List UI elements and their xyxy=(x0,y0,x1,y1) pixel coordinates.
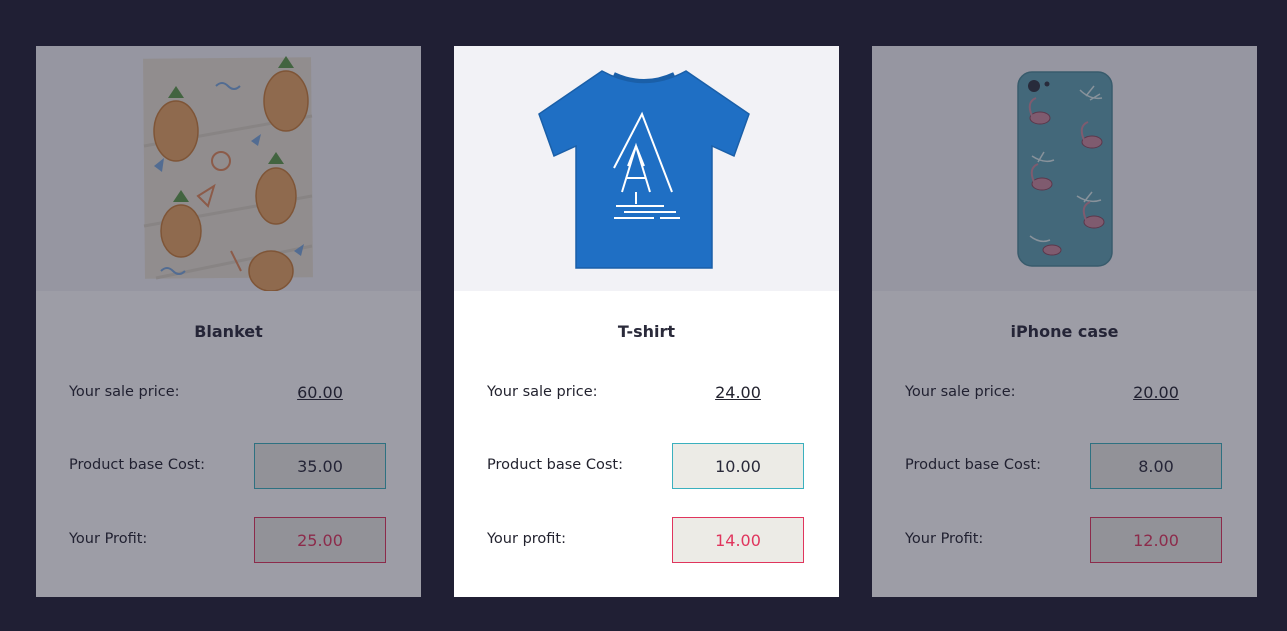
product-image-iphone-case xyxy=(872,46,1257,291)
sale-price-value[interactable]: 60.00 xyxy=(254,383,386,402)
profit-label: Your profit: xyxy=(487,531,566,547)
base-cost-field: 10.00 xyxy=(672,443,804,489)
product-image-tshirt xyxy=(454,46,839,291)
base-cost-label: Product base Cost: xyxy=(69,457,205,473)
base-cost-field: 8.00 xyxy=(1090,443,1222,489)
product-title: T-shirt xyxy=(617,322,676,341)
profit-field: 25.00 xyxy=(254,517,386,563)
base-cost-label: Product base Cost: xyxy=(487,457,623,473)
product-title: Blanket xyxy=(194,322,263,341)
sale-price-label: Your sale price: xyxy=(905,384,1016,400)
sale-price-value[interactable]: 24.00 xyxy=(672,383,804,402)
product-title: iPhone case xyxy=(1010,322,1119,341)
base-cost-field: 35.00 xyxy=(254,443,386,489)
profit-label: Your Profit: xyxy=(905,531,984,547)
base-cost-label: Product base Cost: xyxy=(905,457,1041,473)
sale-price-label: Your sale price: xyxy=(487,384,598,400)
product-card-iphone-case[interactable]: iPhone case Your sale price: 20.00 Produ… xyxy=(872,46,1257,597)
sale-price-label: Your sale price: xyxy=(69,384,180,400)
sale-price-value[interactable]: 20.00 xyxy=(1090,383,1222,402)
profit-field: 14.00 xyxy=(672,517,804,563)
profit-label: Your Profit: xyxy=(69,531,148,547)
product-image-blanket xyxy=(36,46,421,291)
product-card-tshirt[interactable]: T-shirt Your sale price: 24.00 Product b… xyxy=(454,46,839,597)
profit-field: 12.00 xyxy=(1090,517,1222,563)
product-card-blanket[interactable]: Blanket Your sale price: 60.00 Product b… xyxy=(36,46,421,597)
